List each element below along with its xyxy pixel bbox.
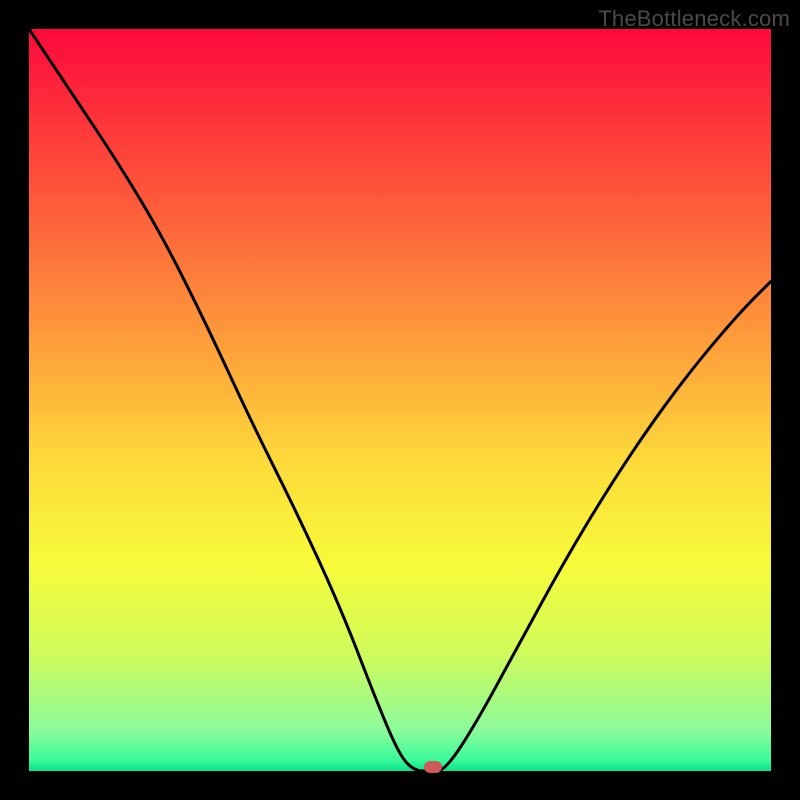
bottleneck-curve [29, 29, 771, 771]
plot-area [29, 29, 771, 771]
minimum-marker [424, 761, 442, 773]
chart-container: TheBottleneck.com [0, 0, 800, 800]
attribution-label: TheBottleneck.com [598, 6, 790, 32]
